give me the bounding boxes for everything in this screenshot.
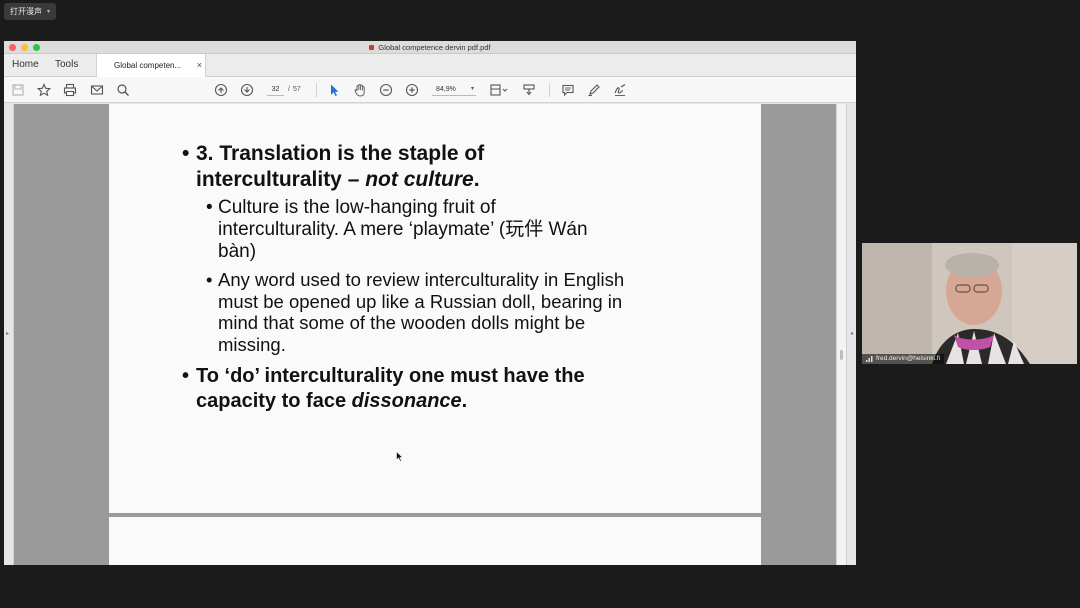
participant-name-label: fred.dervin@helsinki.fi [862, 354, 945, 364]
tab-document[interactable]: Global competen... × [96, 54, 206, 77]
left-panel-toggle[interactable]: ▸ [4, 104, 14, 565]
page-canvas: 3. Translation is the staple of intercul… [14, 104, 836, 565]
tab-home[interactable]: Home [12, 54, 39, 76]
page-total: 57 [293, 86, 301, 93]
hand-icon[interactable] [352, 82, 368, 98]
mail-icon[interactable] [89, 82, 105, 98]
title-bar: Global competence dervin pdf.pdf [4, 41, 856, 54]
participant-video[interactable]: fred.dervin@helsinki.fi [862, 243, 1077, 364]
star-icon[interactable] [36, 82, 52, 98]
bullet-main-1-period: . [473, 168, 480, 191]
bullet-main-2-period: . [461, 390, 468, 412]
right-panel-toggle[interactable]: ◂ [846, 104, 856, 565]
window-title: Global competence dervin pdf.pdf [4, 41, 856, 54]
signal-icon [866, 356, 873, 362]
stamp-icon[interactable] [521, 82, 537, 98]
fit-page-icon[interactable] [488, 82, 510, 98]
document-viewport[interactable]: ▸ 3. Translation is the staple of interc… [4, 104, 856, 565]
pdf-file-icon [369, 45, 375, 50]
bullet-main-2-line1: To ‘do’ interculturality one must have t… [196, 365, 585, 387]
zoom-level-value: 84,9% [436, 86, 456, 93]
bullet-main-1: 3. Translation is the staple of intercul… [182, 141, 742, 193]
bullet-main-1-line2: interculturality – not culture. [196, 167, 742, 193]
zoom-out-icon[interactable] [378, 82, 394, 98]
window-title-text: Global competence dervin pdf.pdf [378, 43, 491, 52]
page-separator: / [288, 86, 290, 93]
toolbar-divider [549, 83, 550, 97]
bullet-sub-2-line3: mind that some of the wooden dolls might… [218, 312, 586, 333]
bullet-sub-1-line3: bàn) [218, 241, 257, 262]
bullet-main-2-text: capacity to face [196, 390, 352, 412]
vertical-scrollbar[interactable] [836, 104, 846, 565]
next-page-icon[interactable] [239, 82, 255, 98]
prev-page-icon[interactable] [213, 82, 229, 98]
tab-document-label: Global competen... [114, 61, 182, 70]
print-icon[interactable] [62, 82, 78, 98]
mouse-cursor-icon [396, 451, 403, 462]
tab-bar: Home Tools Global competen... × [4, 54, 856, 77]
pill-label: 打开漫声 [10, 7, 42, 16]
bullet-main-1-emphasis: not culture [365, 168, 474, 191]
bullet-main-2-line2: capacity to face dissonance. [196, 389, 742, 414]
bullet-main-2-emphasis: dissonance [351, 390, 462, 412]
pdf-next-page [109, 517, 761, 565]
bullet-main-2: To ‘do’ interculturality one must have t… [182, 364, 742, 414]
participant-video-frame [862, 243, 1077, 364]
bullet-main-1-line1: 3. Translation is the staple of [196, 142, 485, 165]
select-arrow-icon[interactable] [326, 82, 342, 98]
participant-name: fred.dervin@helsinki.fi [876, 355, 941, 362]
bullet-sub-1: • Culture is the low-hanging fruit of in… [182, 197, 742, 263]
sign-icon[interactable] [612, 82, 628, 98]
search-icon[interactable] [115, 82, 131, 98]
bullet-sub-2: • Any word used to review interculturali… [182, 269, 742, 355]
scrollbar-thumb[interactable] [840, 350, 843, 360]
bullet-main-1-text: interculturality – [196, 168, 366, 191]
comment-icon[interactable] [560, 82, 576, 98]
zoom-in-icon[interactable] [404, 82, 420, 98]
close-tab-icon[interactable]: × [197, 54, 202, 77]
chevron-down-icon: ▾ [47, 9, 51, 15]
slide-content: 3. Translation is the staple of intercul… [182, 141, 742, 414]
chevron-right-icon: ▸ [6, 331, 10, 337]
pdf-reader-window: Global competence dervin pdf.pdf Home To… [4, 41, 856, 565]
tab-tools[interactable]: Tools [55, 54, 78, 76]
bullet-sub-1-line2: interculturality. A mere ‘playmate’ (玩伴 … [218, 219, 588, 240]
bullet-sub-2-line1: Any word used to review interculturality… [218, 269, 625, 290]
toolbar: 32 / 57 84,9% ▾ [4, 77, 856, 103]
save-icon[interactable] [10, 82, 26, 98]
chevron-down-icon: ▾ [470, 86, 474, 92]
bullet-sub-1-line1: Culture is the low-hanging fruit of [218, 197, 496, 218]
zoom-level-select[interactable]: 84,9% ▾ [432, 83, 476, 96]
screen: 打开漫声 ▾ Global competence dervin pdf.pdf … [0, 0, 1080, 608]
chevron-left-icon: ◂ [850, 331, 854, 337]
bullet-sub-2-line2: must be opened up like a Russian doll, b… [218, 290, 623, 312]
page-number-input[interactable]: 32 [267, 84, 284, 96]
bullet-sub-2-line4: missing. [218, 333, 286, 355]
pdf-page: 3. Translation is the staple of intercul… [109, 104, 761, 513]
meeting-toolbar-pill[interactable]: 打开漫声 ▾ [4, 3, 57, 20]
highlight-pen-icon[interactable] [586, 82, 602, 98]
toolbar-divider [316, 83, 317, 97]
